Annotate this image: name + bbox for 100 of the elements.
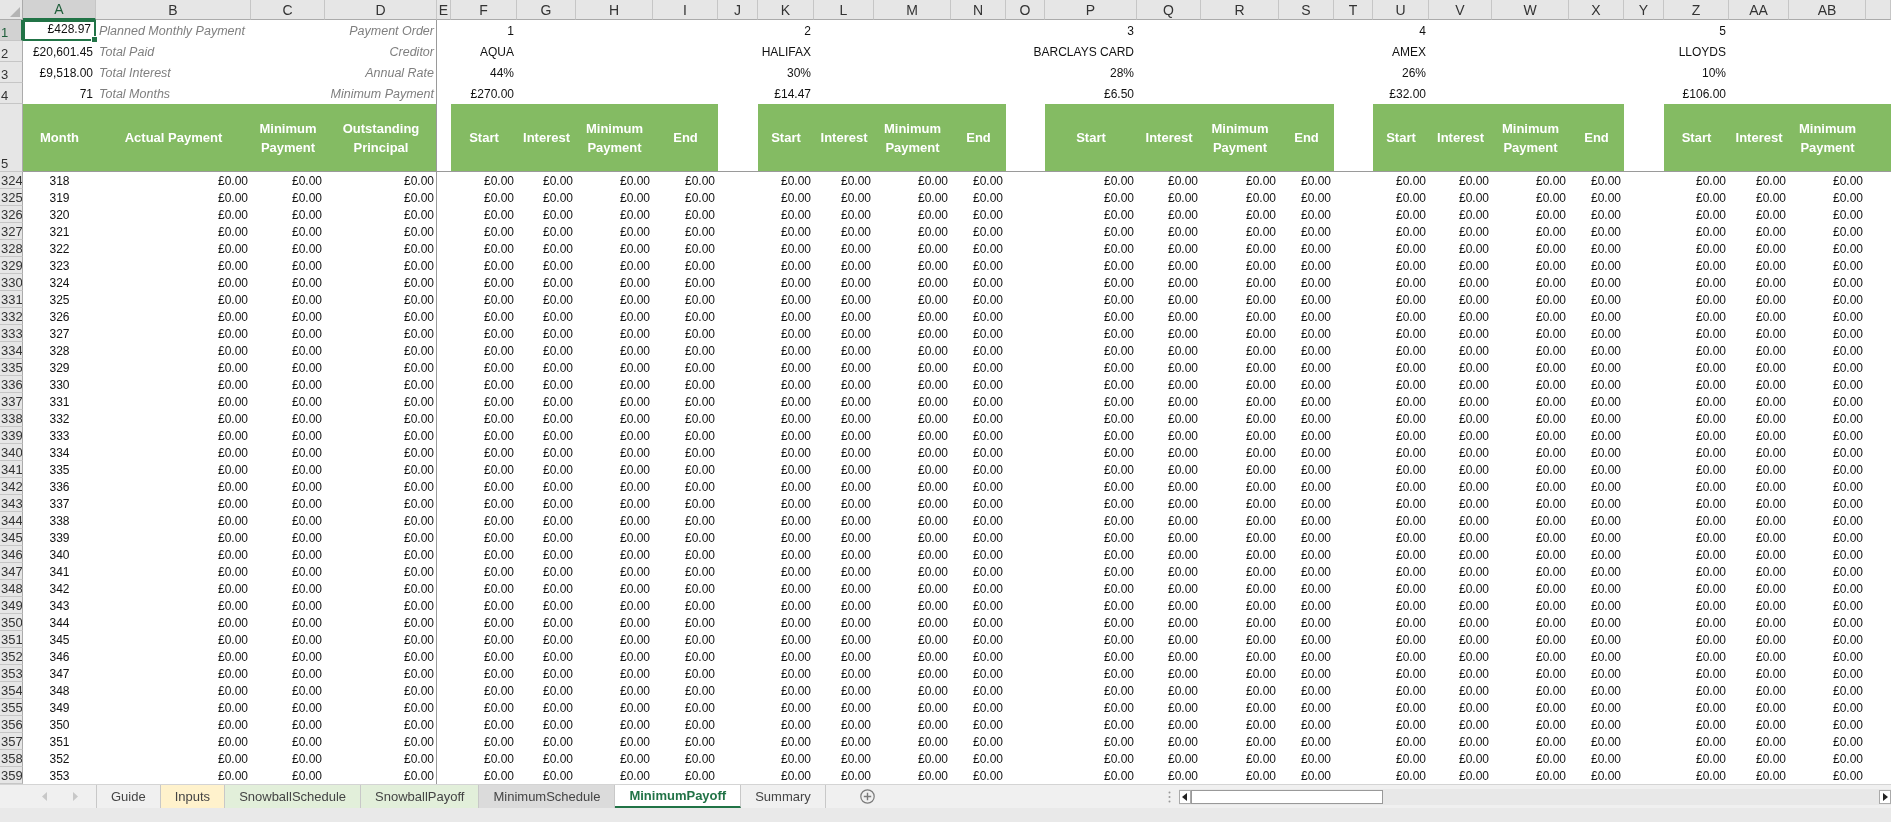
row-header[interactable]: 334 bbox=[0, 342, 23, 359]
row-header[interactable]: 345 bbox=[0, 529, 23, 546]
column-header[interactable]: V bbox=[1429, 0, 1492, 20]
row-header[interactable]: 3 bbox=[0, 62, 23, 83]
sheet-tab[interactable]: MinimumPayoff bbox=[615, 785, 742, 808]
select-all-triangle-icon[interactable] bbox=[10, 7, 20, 17]
table-cell-text: £0.00 bbox=[779, 648, 812, 665]
table-cell-text: £0.00 bbox=[1457, 767, 1490, 784]
table-cell-text: £0.00 bbox=[1589, 733, 1622, 750]
row-header[interactable]: 355 bbox=[0, 699, 23, 716]
row-header[interactable]: 346 bbox=[0, 546, 23, 563]
table-cell-text: £0.00 bbox=[541, 240, 574, 257]
row-header[interactable]: 2 bbox=[0, 41, 23, 62]
row-header[interactable]: 344 bbox=[0, 512, 23, 529]
row-header[interactable]: 326 bbox=[0, 206, 23, 223]
row-header[interactable]: 338 bbox=[0, 410, 23, 427]
row-header[interactable]: 356 bbox=[0, 716, 23, 733]
fill-handle[interactable] bbox=[91, 36, 98, 43]
row-header[interactable]: 324 bbox=[0, 172, 23, 189]
column-header[interactable]: E bbox=[437, 0, 451, 20]
column-header[interactable]: F bbox=[451, 0, 517, 20]
column-header[interactable]: W bbox=[1492, 0, 1569, 20]
row-header[interactable]: 1 bbox=[0, 20, 23, 41]
row-header[interactable]: 333 bbox=[0, 325, 23, 342]
column-header[interactable]: U bbox=[1373, 0, 1429, 20]
row-header[interactable]: 357 bbox=[0, 733, 23, 750]
row-header[interactable]: 347 bbox=[0, 563, 23, 580]
table-cell-text: £0.00 bbox=[1831, 240, 1864, 257]
column-header[interactable]: A bbox=[23, 0, 96, 20]
column-header[interactable]: D bbox=[325, 0, 437, 20]
table-cell-text: Payment Order bbox=[348, 23, 436, 40]
column-header[interactable]: I bbox=[653, 0, 718, 20]
sheet-tab[interactable]: SnowballPayoff bbox=[361, 785, 480, 808]
table-cell-text: £0.00 bbox=[1694, 631, 1727, 648]
horizontal-scrollbar[interactable] bbox=[1178, 788, 1891, 805]
table-cell-text: £0.00 bbox=[1694, 716, 1727, 733]
row-header[interactable]: 354 bbox=[0, 682, 23, 699]
column-header[interactable]: AA bbox=[1729, 0, 1789, 20]
row-header[interactable]: 330 bbox=[0, 274, 23, 291]
sheet-tab[interactable]: SnowballSchedule bbox=[225, 785, 362, 808]
row-header[interactable]: 335 bbox=[0, 359, 23, 376]
column-header[interactable]: M bbox=[874, 0, 951, 20]
table-cell-text: £0.00 bbox=[402, 546, 435, 563]
scroll-right-icon[interactable] bbox=[1882, 792, 1888, 801]
row-header[interactable]: 348 bbox=[0, 580, 23, 597]
column-header[interactable]: T bbox=[1334, 0, 1373, 20]
sheet-tab[interactable]: Inputs bbox=[160, 785, 226, 808]
row-header[interactable]: 352 bbox=[0, 648, 23, 665]
row-header[interactable]: 341 bbox=[0, 461, 23, 478]
column-header[interactable]: R bbox=[1201, 0, 1279, 20]
column-header[interactable]: H bbox=[576, 0, 653, 20]
column-heading: End bbox=[1569, 104, 1624, 172]
row-header[interactable]: 4 bbox=[0, 83, 23, 104]
row-header[interactable]: 343 bbox=[0, 495, 23, 512]
column-header[interactable]: N bbox=[951, 0, 1006, 20]
column-header[interactable]: L bbox=[814, 0, 874, 20]
row-header[interactable]: 327 bbox=[0, 223, 23, 240]
column-header[interactable]: Q bbox=[1137, 0, 1201, 20]
row-header[interactable]: 332 bbox=[0, 308, 23, 325]
column-header[interactable]: P bbox=[1045, 0, 1137, 20]
row-header[interactable]: 353 bbox=[0, 665, 23, 682]
column-header[interactable]: Y bbox=[1624, 0, 1664, 20]
row-header[interactable]: 328 bbox=[0, 240, 23, 257]
scrollbar-thumb[interactable] bbox=[1190, 789, 1383, 804]
table-cell-text: £0.00 bbox=[1534, 291, 1567, 308]
row-header[interactable]: 342 bbox=[0, 478, 23, 495]
row-header[interactable]: 351 bbox=[0, 631, 23, 648]
row-header[interactable]: 5 bbox=[0, 104, 23, 172]
row-header[interactable]: 331 bbox=[0, 291, 23, 308]
column-header[interactable]: J bbox=[718, 0, 758, 20]
table-cell-text: £0.00 bbox=[1754, 410, 1787, 427]
scroll-left-icon[interactable] bbox=[1182, 792, 1188, 801]
column-header[interactable]: S bbox=[1279, 0, 1334, 20]
column-header[interactable]: G bbox=[517, 0, 576, 20]
add-sheet-icon[interactable] bbox=[859, 789, 875, 804]
table-cell-text: 328 bbox=[48, 342, 71, 359]
column-header[interactable]: B bbox=[96, 0, 251, 20]
row-header[interactable]: 337 bbox=[0, 393, 23, 410]
table-cell-text: £0.00 bbox=[1166, 580, 1199, 597]
row-header[interactable]: 358 bbox=[0, 750, 23, 767]
row-header[interactable]: 325 bbox=[0, 189, 23, 206]
row-header[interactable]: 349 bbox=[0, 597, 23, 614]
table-cell-text: £0.00 bbox=[1694, 614, 1727, 631]
row-header[interactable]: 350 bbox=[0, 614, 23, 631]
table-cell-text: £0.00 bbox=[971, 495, 1004, 512]
column-header[interactable]: X bbox=[1569, 0, 1624, 20]
column-header[interactable]: C bbox=[251, 0, 325, 20]
column-header[interactable]: K bbox=[758, 0, 814, 20]
row-header[interactable]: 339 bbox=[0, 427, 23, 444]
table-cell-text: £0.00 bbox=[402, 240, 435, 257]
column-header[interactable]: O bbox=[1006, 0, 1045, 20]
row-header[interactable]: 340 bbox=[0, 444, 23, 461]
row-header[interactable]: 359 bbox=[0, 767, 23, 784]
table-cell-text: £0.00 bbox=[1831, 359, 1864, 376]
sheet-tab[interactable]: MinimumSchedule bbox=[479, 785, 616, 808]
row-header[interactable]: 329 bbox=[0, 257, 23, 274]
column-header[interactable]: Z bbox=[1664, 0, 1729, 20]
column-header[interactable] bbox=[1866, 0, 1891, 20]
column-header[interactable]: AB bbox=[1789, 0, 1866, 20]
row-header[interactable]: 336 bbox=[0, 376, 23, 393]
